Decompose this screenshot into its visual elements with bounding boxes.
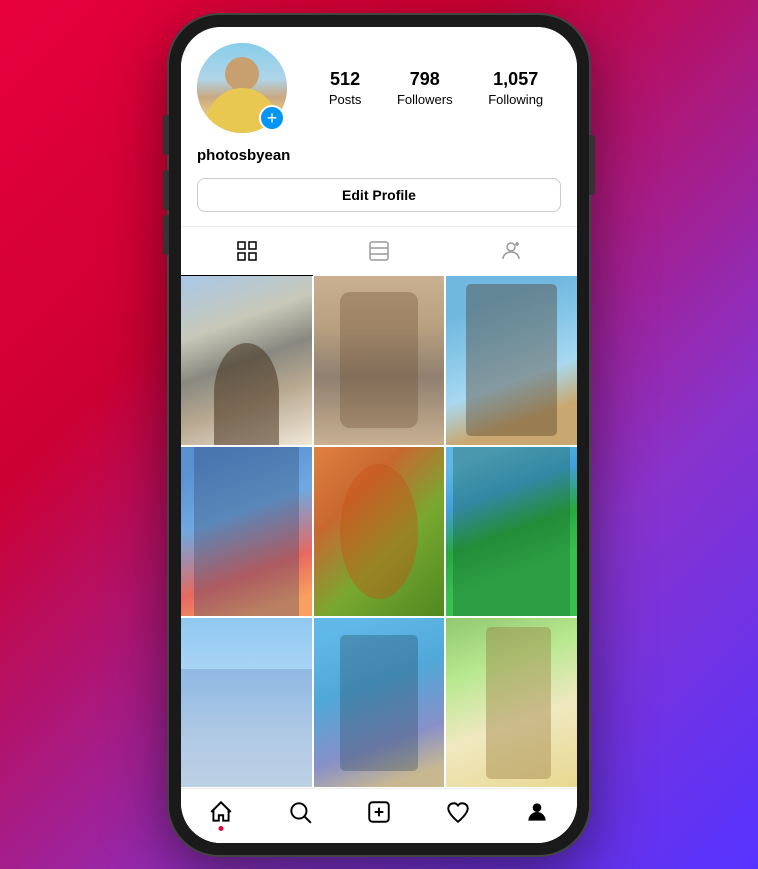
username: photosbyean [197, 147, 561, 164]
add-story-button[interactable]: + [259, 105, 285, 131]
avatar-wrap: + [197, 43, 287, 133]
grid-cell-5[interactable] [314, 447, 445, 616]
grid-cell-3[interactable] [446, 276, 577, 445]
search-icon [287, 799, 313, 825]
heart-icon [445, 799, 471, 825]
tab-reels[interactable] [313, 227, 445, 276]
following-count: 1,057 [493, 69, 538, 90]
grid-cell-1[interactable] [181, 276, 312, 445]
nav-add[interactable] [339, 799, 418, 825]
phone-screen: + 512 Posts 798 Followers 1,057 Followin… [181, 27, 577, 843]
photo-grid [181, 276, 577, 788]
profile-header: + 512 Posts 798 Followers 1,057 Followin… [197, 43, 561, 133]
grid-cell-8[interactable] [314, 618, 445, 787]
home-icon [208, 799, 234, 825]
followers-stat[interactable]: 798 Followers [397, 69, 453, 107]
phone-frame: + 512 Posts 798 Followers 1,057 Followin… [169, 15, 589, 855]
add-icon [366, 799, 392, 825]
following-label: Following [488, 92, 543, 107]
stats-row: 512 Posts 798 Followers 1,057 Following [311, 69, 561, 107]
tabs-row [181, 226, 577, 276]
grid-cell-7[interactable] [181, 618, 312, 787]
nav-home[interactable] [181, 799, 260, 825]
grid-cell-6[interactable] [446, 447, 577, 616]
nav-search[interactable] [260, 799, 339, 825]
posts-stat[interactable]: 512 Posts [329, 69, 362, 107]
nav-activity[interactable] [419, 799, 498, 825]
grid-cell-2[interactable] [314, 276, 445, 445]
grid-icon [235, 239, 259, 263]
grid-cell-4[interactable] [181, 447, 312, 616]
profile-icon [524, 799, 550, 825]
posts-count: 512 [330, 69, 360, 90]
reels-icon [367, 239, 391, 263]
grid-cell-9[interactable] [446, 618, 577, 787]
bottom-nav [181, 788, 577, 843]
tagged-icon [499, 239, 523, 263]
posts-label: Posts [329, 92, 362, 107]
nav-profile[interactable] [498, 799, 577, 825]
followers-count: 798 [410, 69, 440, 90]
following-stat[interactable]: 1,057 Following [488, 69, 543, 107]
profile-area: + 512 Posts 798 Followers 1,057 Followin… [181, 27, 577, 276]
home-notification-dot [218, 826, 223, 831]
tab-grid[interactable] [181, 227, 313, 276]
tab-tagged[interactable] [445, 227, 577, 276]
edit-profile-button[interactable]: Edit Profile [197, 178, 561, 212]
followers-label: Followers [397, 92, 453, 107]
